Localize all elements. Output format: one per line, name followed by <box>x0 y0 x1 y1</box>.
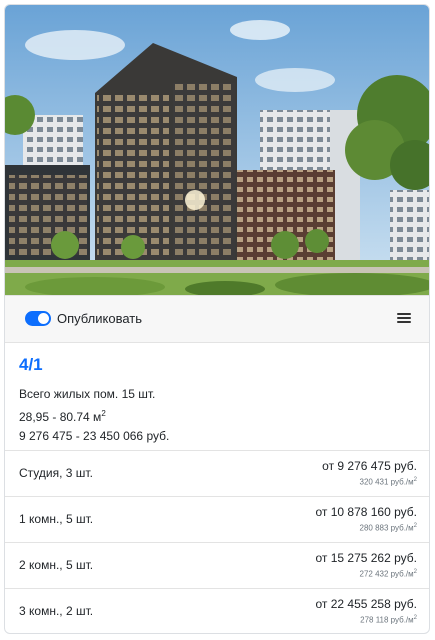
total-rooms: Всего жилых пом. 15 шт. <box>19 387 156 401</box>
card-toolbar: Опубликовать <box>5 295 429 343</box>
row-price-per-m2: 272 432 руб./м2 <box>360 569 417 579</box>
row-price: от 9 276 475 руб. <box>322 459 417 473</box>
complex-title[interactable]: 4/1 <box>19 355 419 375</box>
table-row[interactable]: 1 комн., 5 шт. от 10 878 160 руб. 280 88… <box>5 496 429 542</box>
row-label: 3 комн., 2 шт. <box>19 604 94 618</box>
row-price-per-m2: 320 431 руб./м2 <box>360 477 417 487</box>
row-price: от 22 455 258 руб. <box>315 597 417 611</box>
price-range: 9 276 475 - 23 450 066 руб. <box>19 429 170 443</box>
area-range-value: 28,95 - 80.74 м <box>19 410 102 424</box>
complex-card: Опубликовать 4/1 Всего жилых пом. 15 шт.… <box>4 4 430 634</box>
complex-summary: 4/1 Всего жилых пом. 15 шт. 28,95 - 80.7… <box>19 355 419 446</box>
row-price: от 15 275 262 руб. <box>315 551 417 565</box>
ppm-value: 320 431 руб./м <box>359 477 414 487</box>
row-price-per-m2: 278 118 руб./м2 <box>360 615 417 625</box>
ppm-unit-sup: 2 <box>413 615 417 621</box>
building-photo <box>5 5 429 295</box>
hamburger-menu-icon[interactable] <box>397 312 411 324</box>
area-range: 28,95 - 80.74 м2 <box>19 404 419 427</box>
publish-toggle[interactable] <box>25 311 51 326</box>
table-row[interactable]: 2 комн., 5 шт. от 15 275 262 руб. 272 43… <box>5 542 429 588</box>
ppm-value: 278 118 руб./м <box>360 615 414 625</box>
publish-label: Опубликовать <box>57 311 143 326</box>
area-unit-sup: 2 <box>101 409 106 418</box>
ppm-value: 280 883 руб./м <box>359 523 414 533</box>
table-row[interactable]: 3 комн., 2 шт. от 22 455 258 руб. 278 11… <box>5 588 429 633</box>
ppm-value: 272 432 руб./м <box>359 569 414 579</box>
row-label: Студия, 3 шт. <box>19 466 93 480</box>
row-price-per-m2: 280 883 руб./м2 <box>360 523 417 533</box>
row-price: от 10 878 160 руб. <box>315 505 417 519</box>
ppm-unit-sup: 2 <box>413 523 417 529</box>
toggle-knob <box>38 313 49 324</box>
ppm-unit-sup: 2 <box>413 477 417 483</box>
table-row[interactable]: Студия, 3 шт. от 9 276 475 руб. 320 431 … <box>5 450 429 496</box>
ppm-unit-sup: 2 <box>413 569 417 575</box>
row-label: 2 комн., 5 шт. <box>19 558 94 572</box>
row-label: 1 комн., 5 шт. <box>19 512 94 526</box>
